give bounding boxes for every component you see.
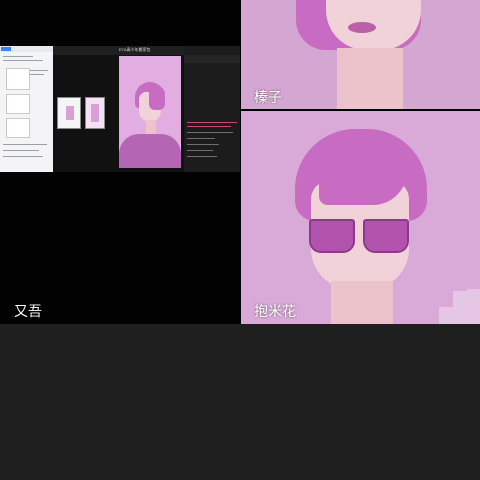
thumbnail-portrait <box>91 104 99 122</box>
editor-header: ETA青少年搬家包 <box>53 46 184 55</box>
doc-text-line <box>30 74 44 75</box>
doc-text-line <box>3 56 33 57</box>
decorative-block <box>467 289 480 324</box>
side-text-line <box>187 150 213 151</box>
side-text-line <box>187 126 231 127</box>
side-panel-tabs <box>184 55 240 63</box>
thumbnail-portrait <box>66 106 74 120</box>
participant-tile-youwu[interactable]: ETA青少年搬家包 又吾 <box>0 0 240 324</box>
avatar-neck <box>331 281 393 324</box>
canvas-portrait <box>119 56 181 168</box>
portrait-hair-side <box>149 86 165 110</box>
decorative-block <box>439 307 453 324</box>
doc-image-box <box>6 118 30 138</box>
participant-tile-baomihua[interactable]: 抱米花 <box>241 111 480 324</box>
portrait-shirt <box>119 134 181 168</box>
empty-bottom-area <box>0 324 480 480</box>
side-text-line <box>187 156 217 157</box>
participant-tile-zhenzi[interactable]: 榛子 <box>241 0 480 109</box>
video-call-grid: ETA青少年搬家包 又吾 榛子 抱米花 <box>0 0 480 480</box>
side-text-line <box>187 144 219 145</box>
side-text-line <box>187 122 237 123</box>
thumbnail-card <box>57 97 81 129</box>
doc-tab-bar <box>0 46 53 52</box>
decorative-block <box>453 291 467 324</box>
avatar-mouth <box>348 22 376 33</box>
doc-text-line <box>3 156 43 157</box>
document-panel <box>0 46 53 172</box>
doc-image-box <box>6 68 30 90</box>
editor-app: ETA青少年搬家包 <box>53 46 184 172</box>
side-text-line <box>187 132 233 133</box>
sunglasses-left-lens <box>309 219 355 253</box>
editor-title: ETA青少年搬家包 <box>119 47 151 52</box>
sunglasses-right-lens <box>363 219 409 253</box>
doc-active-tab <box>1 47 11 51</box>
doc-text-line <box>3 150 39 151</box>
doc-text-line <box>3 144 47 145</box>
participant-name: 榛子 <box>254 89 282 105</box>
shared-screen: ETA青少年搬家包 <box>0 46 240 172</box>
thumbnail-card <box>85 97 105 129</box>
doc-text-line <box>3 60 43 61</box>
participant-name: 抱米花 <box>254 303 296 319</box>
participant-name: 又吾 <box>14 303 42 319</box>
avatar-neck <box>337 48 403 109</box>
side-panel <box>184 46 240 172</box>
editor-stage <box>53 55 184 172</box>
doc-image-box <box>6 94 30 114</box>
side-text-line <box>187 138 215 139</box>
doc-text-line <box>30 70 48 71</box>
